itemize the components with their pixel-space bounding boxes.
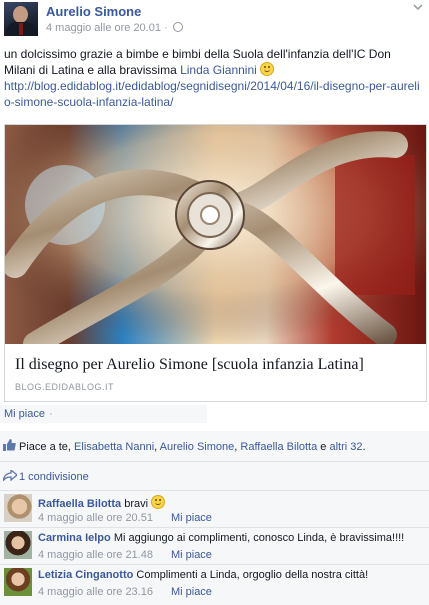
comment-text: Complimenti a Linda, orgoglio della nost…: [136, 569, 369, 581]
commenter-name[interactable]: Letizia Cinganotto: [38, 569, 133, 581]
comment: Carmina Ielpo Mi aggiungo ai complimenti…: [0, 528, 429, 565]
likes-text: Piace a te, Elisabetta Nanni, Aurelio Si…: [19, 441, 366, 453]
action-bar: Mi piace ·: [0, 405, 207, 423]
link-card-title[interactable]: Il disegno per Aurelio Simone [scuola in…: [15, 356, 364, 374]
action-separator: ·: [48, 408, 53, 420]
commenter-avatar[interactable]: [4, 568, 32, 596]
commenter-avatar[interactable]: [4, 531, 32, 559]
smiley-icon: [260, 62, 275, 76]
comment-timestamp[interactable]: 4 maggio alle ore 20.51: [38, 512, 153, 524]
mention-link[interactable]: Linda Giannini: [180, 63, 257, 77]
comment-text: Mi aggiungo ai complimenti, conosco Lind…: [113, 532, 405, 544]
comment-meta: 4 maggio alle ore 20.51 Mi piace: [38, 512, 212, 524]
commenter-avatar[interactable]: [4, 494, 32, 522]
comment-like-button[interactable]: Mi piace: [171, 512, 212, 524]
comment-text: bravi: [124, 498, 149, 510]
comment-meta: 4 maggio alle ore 21.48 Mi piace: [38, 549, 212, 561]
author-avatar[interactable]: [4, 2, 38, 36]
comment-body: Carmina Ielpo Mi aggiungo ai complimenti…: [38, 532, 424, 544]
likes-conjunction: e: [317, 441, 330, 453]
link-card-image[interactable]: [5, 125, 426, 344]
like-button[interactable]: Mi piace: [4, 408, 45, 420]
share-icon: [3, 470, 17, 481]
likes-summary: Piace a te, Elisabetta Nanni, Aurelio Si…: [0, 431, 429, 462]
link-card-domain: BLOG.EDIDABLOG.IT: [15, 382, 115, 392]
comment: Letizia Cinganotto Complimenti a Linda, …: [0, 565, 429, 601]
post-meta: 4 maggio alle ore 20.01 ·: [46, 22, 183, 34]
like-person-1[interactable]: Elisabetta Nanni: [74, 441, 154, 453]
comment-body: Letizia Cinganotto Complimenti a Linda, …: [38, 569, 424, 581]
comment-body: Raffaella Bilotta bravi: [38, 495, 424, 510]
thumbs-up-icon: [3, 439, 16, 451]
shares-link[interactable]: 1 condivisione: [19, 471, 89, 483]
chevron-down-icon[interactable]: [413, 4, 423, 11]
link-card[interactable]: Il disegno per Aurelio Simone [scuola in…: [4, 124, 427, 402]
post-timestamp[interactable]: 4 maggio alle ore 20.01: [46, 22, 161, 34]
comment-timestamp[interactable]: 4 maggio alle ore 23.16: [38, 586, 153, 598]
likes-others-link[interactable]: altri 32: [329, 441, 362, 453]
globe-icon[interactable]: [172, 22, 183, 32]
action-links: Mi piace ·: [4, 408, 53, 420]
likes-suffix: .: [362, 441, 366, 453]
like-person-2[interactable]: Aurelio Simone: [160, 441, 235, 453]
like-person-3[interactable]: Raffaella Bilotta: [240, 441, 317, 453]
post-text: un dolcissimo grazie a bimbe e bimbi del…: [4, 46, 424, 110]
comment-like-button[interactable]: Mi piace: [171, 549, 212, 561]
author-name[interactable]: Aurelio Simone: [46, 4, 141, 19]
comment-like-button[interactable]: Mi piace: [171, 586, 212, 598]
post-header: Aurelio Simone 4 maggio alle ore 20.01 ·: [0, 0, 429, 40]
comment-timestamp[interactable]: 4 maggio alle ore 21.48: [38, 549, 153, 561]
meta-separator: ·: [164, 22, 168, 34]
post-url-link[interactable]: http://blog.edidablog.it/edidablog/segni…: [4, 79, 420, 109]
commenter-name[interactable]: Carmina Ielpo: [38, 532, 111, 544]
photo-scissors-handle: [5, 125, 426, 344]
shares-summary: 1 condivisione: [0, 462, 429, 491]
likes-prefix: Piace a te,: [19, 441, 75, 453]
post-footer: Piace a te, Elisabetta Nanni, Aurelio Si…: [0, 431, 429, 605]
smiley-icon: [151, 495, 166, 509]
commenter-name[interactable]: Raffaella Bilotta: [38, 498, 121, 510]
comment-meta: 4 maggio alle ore 23.16 Mi piace: [38, 586, 212, 598]
comment: Raffaella Bilotta bravi 4 maggio alle or…: [0, 491, 429, 528]
